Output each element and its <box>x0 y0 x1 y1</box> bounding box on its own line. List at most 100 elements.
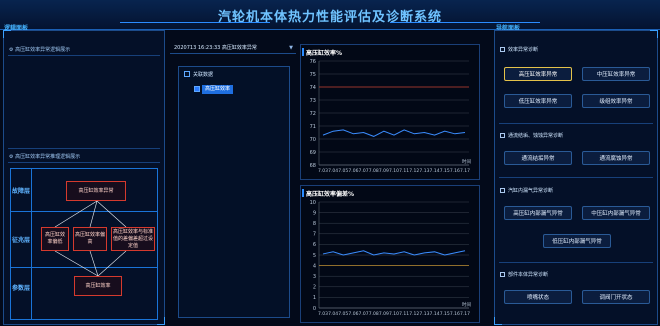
y-tick-label: 73 <box>310 98 316 104</box>
corrosion-abnormal-button[interactable]: 通流腐蚀异常 <box>582 151 650 165</box>
reasoning-diagram: 故障层 征兆层 参数层 高压缸效率异常 高压缸效率偏低 高压缸效率偏高 高压缸效… <box>10 168 158 320</box>
x-tick-label: 7.13 <box>419 168 429 174</box>
document-icon <box>500 188 505 193</box>
x-tick-label: 7.11 <box>399 311 409 317</box>
y-tick-label: 75 <box>310 72 316 78</box>
section-efficiency-title: 效率异常诊断 <box>508 47 539 53</box>
y-tick-label: 7 <box>313 232 316 238</box>
x-tick-label: 7.06 <box>348 311 358 317</box>
section-fouling-title: 通流结垢、蚀蚀异常诊断 <box>508 133 564 139</box>
x-tick-label: 7.07 <box>359 311 369 317</box>
chart-hp-efficiency-deviation: 高压缸效率偏差% 10 9 8 7 6 5 4 3 2 1 0 7.03 7.04 7.05 7.06 7.0… <box>300 185 480 323</box>
section-leakage-title: 汽缸内漏气异常诊断 <box>508 188 554 194</box>
chart-plot-area: 7675747372717069687.03 7.04 7.05 7.06 7.07 7.… <box>310 59 472 174</box>
x-tick-label: 7.05 <box>338 311 348 317</box>
x-axis-unit-label: 时间 <box>462 158 471 165</box>
y-tick-label: 70 <box>310 137 316 143</box>
y-tick-label: 1 <box>313 295 316 301</box>
parameter-node[interactable]: 高压缸效率 <box>74 276 122 296</box>
divider <box>8 55 160 56</box>
nozzle-status-button[interactable]: 喷嘴状态 <box>504 290 572 304</box>
x-tick-label: 7.03 <box>318 311 328 317</box>
x-tick-label: 7.09 <box>379 311 389 317</box>
related-data-title: 关联数据 <box>193 72 214 78</box>
valve-opening-status-button[interactable]: 调阀门开状态 <box>582 290 650 304</box>
lp-efficiency-abnormal-button[interactable]: 低压缸效率异常 <box>504 94 572 108</box>
document-icon <box>500 133 505 138</box>
section-reasoning-display: ⚙ 高压缸效率异常推理逻辑展示 <box>9 154 81 160</box>
x-tick-label: 7.16 <box>450 168 460 174</box>
x-tick-label: 7.04 <box>328 311 338 317</box>
x-tick-label: 7.06 <box>348 168 358 174</box>
y-tick-label: 69 <box>310 150 316 156</box>
ip-efficiency-abnormal-button[interactable]: 中压缸效率异常 <box>582 67 650 81</box>
x-tick-label: 7.11 <box>399 168 409 174</box>
x-tick-label: 7.15 <box>440 311 450 317</box>
y-tick-label: 9 <box>313 210 316 216</box>
divider <box>8 162 160 163</box>
chart-plot-area: 1098765432107.03 7.04 7.05 7.06 7.07 7.08 7.09… <box>310 200 472 317</box>
y-tick-label: 2 <box>313 285 316 291</box>
y-tick-label: 8 <box>313 221 316 227</box>
app-header: 汽轮机本体热力性能评估及诊断系统 <box>0 0 660 30</box>
panel-checkbox-icon[interactable] <box>184 71 190 77</box>
x-tick-label: 7.05 <box>338 168 348 174</box>
time-range-select[interactable]: 2020713 16:23:33 高压缸效率异常 ▼ <box>170 42 296 54</box>
x-tick-label: 7.08 <box>369 311 379 317</box>
x-tick-label: 7.03 <box>318 168 328 174</box>
document-icon <box>500 272 505 277</box>
ip-leakage-abnormal-button[interactable]: 中压缸内部漏气异常 <box>582 206 650 220</box>
divider <box>499 262 653 263</box>
y-tick-label: 5 <box>313 253 316 259</box>
symptom-node-high[interactable]: 高压缸效率偏高 <box>73 227 107 251</box>
y-tick-label: 72 <box>310 111 316 117</box>
divider <box>499 123 653 124</box>
x-tick-label: 7.09 <box>379 168 389 174</box>
x-tick-label: 7.17 <box>460 168 470 174</box>
series-line <box>322 129 466 137</box>
x-tick-label: 7.08 <box>369 168 379 174</box>
y-tick-label: 10 <box>310 200 316 206</box>
title-accent <box>302 48 304 56</box>
x-tick-label: 7.10 <box>389 168 399 174</box>
stage-efficiency-abnormal-button[interactable]: 级组效率异常 <box>582 94 650 108</box>
x-tick-label: 7.10 <box>389 311 399 317</box>
x-tick-label: 7.15 <box>440 168 450 174</box>
chart-title: 高压缸效率% <box>306 50 343 57</box>
checkbox-checked-icon[interactable] <box>194 86 200 92</box>
series-line <box>322 250 466 256</box>
chevron-down-icon: ▼ <box>289 45 293 51</box>
app-title: 汽轮机本体热力性能评估及诊断系统 <box>217 10 442 25</box>
header-decoration-left <box>120 22 270 26</box>
x-axis-unit-label: 时间 <box>462 301 471 308</box>
y-tick-label: 71 <box>310 124 316 130</box>
x-tick-label: 7.04 <box>328 168 338 174</box>
gear-icon: ⚙ <box>9 154 14 160</box>
symptom-node-low[interactable]: 高压缸效率偏低 <box>41 227 69 251</box>
navigation-panel: 效率异常诊断 高压缸效率异常 中压缸效率异常 低压缸效率异常 级组效率异常 通流… <box>494 30 658 325</box>
related-item-hp-efficiency[interactable]: 高压缸效率 <box>202 85 234 94</box>
divider <box>8 148 160 149</box>
y-tick-label: 3 <box>313 274 316 280</box>
lp-leakage-abnormal-button[interactable]: 低压缸内部漏气异常 <box>543 234 611 248</box>
y-tick-label: 74 <box>310 85 316 91</box>
x-tick-label: 7.14 <box>430 311 440 317</box>
fouling-abnormal-button[interactable]: 通流结垢异常 <box>504 151 572 165</box>
corner-decoration <box>650 30 658 38</box>
x-tick-label: 7.12 <box>409 168 419 174</box>
x-tick-label: 7.13 <box>419 311 429 317</box>
hp-leakage-abnormal-button[interactable]: 高压缸内部漏气异常 <box>504 206 572 220</box>
fault-node[interactable]: 高压缸效率异常 <box>66 181 126 201</box>
y-tick-label: 6 <box>313 242 316 248</box>
symptom-node-deviation[interactable]: 高压缸效率与标准值的差偏差超过设定值 <box>111 227 155 251</box>
section-logic-display: ⚙ 高压缸效率异常逻辑展示 <box>9 47 71 53</box>
x-tick-label: 7.07 <box>359 168 369 174</box>
y-tick-label: 68 <box>310 163 316 169</box>
x-tick-label: 7.16 <box>450 311 460 317</box>
y-tick-label: 0 <box>313 306 316 312</box>
x-tick-label: 7.12 <box>409 311 419 317</box>
gear-icon: ⚙ <box>9 47 14 53</box>
corner-decoration <box>3 30 11 38</box>
title-accent <box>302 189 304 197</box>
hp-efficiency-abnormal-button[interactable]: 高压缸效率异常 <box>504 67 572 81</box>
